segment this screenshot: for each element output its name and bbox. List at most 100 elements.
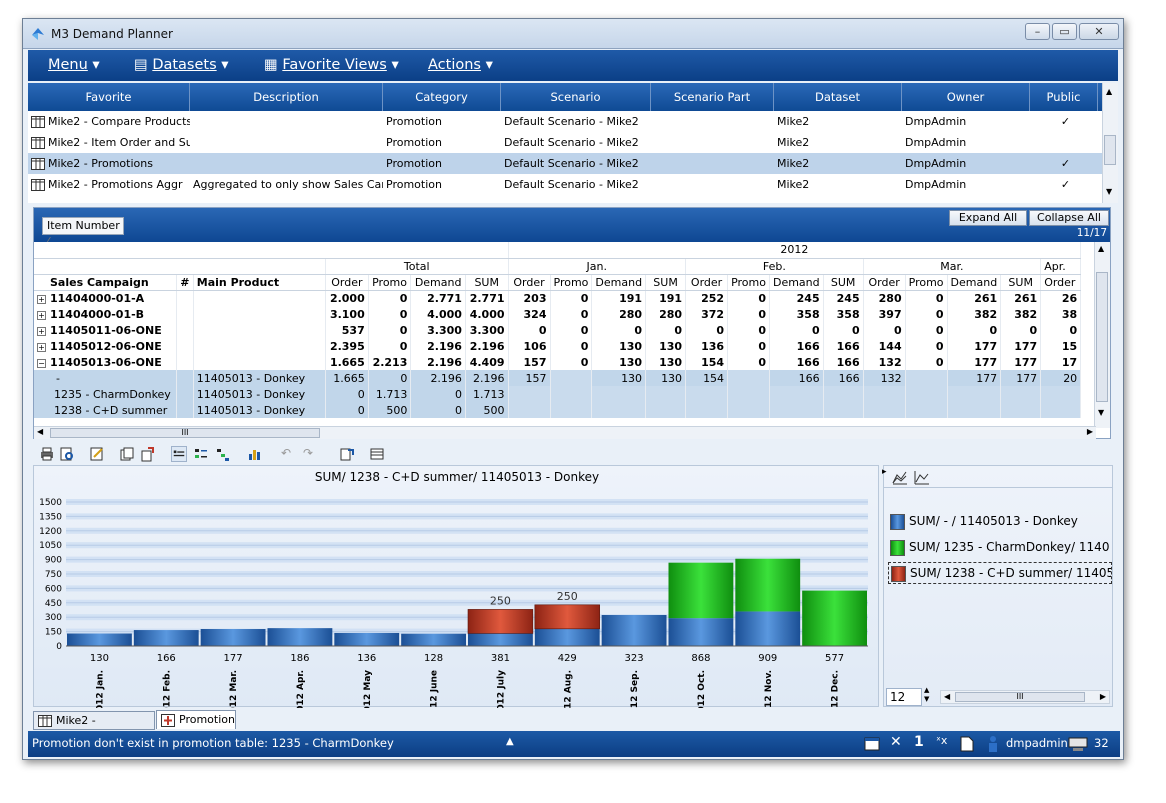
- favorite-row[interactable]: Mike2 - Promotions Aggr Aggregated to onl…: [28, 174, 1102, 195]
- value-cell[interactable]: 130: [591, 370, 647, 386]
- col-dataset[interactable]: Dataset: [774, 83, 902, 111]
- value-cell[interactable]: 0: [550, 306, 593, 322]
- scroll-up-icon[interactable]: ▲: [1098, 244, 1104, 253]
- value-cell[interactable]: 397: [862, 306, 906, 322]
- menu-actions[interactable]: Actions ▾: [428, 57, 493, 73]
- value-cell[interactable]: 0: [1040, 322, 1082, 338]
- value-cell[interactable]: 280: [591, 306, 647, 322]
- value-cell[interactable]: 0: [905, 322, 948, 338]
- value-cell[interactable]: 4.000: [410, 306, 466, 322]
- value-cell[interactable]: 358: [769, 306, 824, 322]
- value-cell[interactable]: 0: [368, 306, 412, 322]
- value-cell[interactable]: 157: [507, 370, 551, 386]
- hscroll-thumb[interactable]: III: [955, 692, 1085, 702]
- value-cell[interactable]: 252: [685, 290, 729, 306]
- value-cell[interactable]: 1.665: [325, 370, 369, 386]
- value-cell[interactable]: 177: [947, 354, 1002, 370]
- value-cell[interactable]: [727, 386, 770, 402]
- value-cell[interactable]: 0: [550, 354, 593, 370]
- value-cell[interactable]: 2.771: [410, 290, 466, 306]
- value-cell[interactable]: 0: [905, 338, 948, 354]
- value-cell[interactable]: 166: [769, 354, 824, 370]
- value-cell[interactable]: 177: [1000, 370, 1042, 386]
- value-cell[interactable]: [1000, 402, 1042, 418]
- value-cell[interactable]: 261: [947, 290, 1002, 306]
- expand-toggle-icon[interactable]: −: [37, 358, 46, 368]
- col-category[interactable]: Category: [383, 83, 501, 111]
- measure-header[interactable]: Promo: [905, 274, 948, 291]
- measure-header[interactable]: Promo: [550, 274, 593, 291]
- value-cell[interactable]: 372: [685, 306, 729, 322]
- computer-icon[interactable]: [1068, 736, 1088, 752]
- value-cell[interactable]: 177: [947, 370, 1002, 386]
- value-cell[interactable]: 2.196: [410, 338, 466, 354]
- value-cell[interactable]: 0: [727, 306, 770, 322]
- value-cell[interactable]: 0: [325, 402, 369, 418]
- value-cell[interactable]: 1.665: [325, 354, 369, 370]
- value-cell[interactable]: 177: [1000, 338, 1042, 354]
- value-cell[interactable]: 17: [1040, 354, 1082, 370]
- value-cell[interactable]: 0: [727, 338, 770, 354]
- value-cell[interactable]: [769, 386, 824, 402]
- row-header-2[interactable]: Main Product: [193, 274, 327, 291]
- value-cell[interactable]: 280: [862, 290, 906, 306]
- refresh-icon[interactable]: [339, 446, 355, 462]
- favorites-scrollbar[interactable]: ▲ ▼: [1102, 83, 1118, 203]
- value-cell[interactable]: [905, 402, 948, 418]
- value-cell[interactable]: 0: [368, 290, 412, 306]
- value-cell[interactable]: 130: [591, 354, 647, 370]
- grid-hscrollbar[interactable]: ◀ III ▶: [34, 426, 1096, 439]
- close-x-icon[interactable]: ✕: [890, 734, 902, 750]
- value-cell[interactable]: 166: [823, 338, 864, 354]
- value-cell[interactable]: [685, 386, 729, 402]
- measure-header[interactable]: Order: [507, 274, 551, 291]
- value-cell[interactable]: [823, 386, 864, 402]
- value-cell[interactable]: 2.196: [410, 354, 466, 370]
- item-number-chip[interactable]: Item Number ⁄: [42, 217, 124, 248]
- document-icon[interactable]: [960, 736, 974, 752]
- value-cell[interactable]: [769, 402, 824, 418]
- scroll-thumb[interactable]: [1096, 272, 1108, 402]
- value-cell[interactable]: 166: [823, 354, 864, 370]
- value-cell[interactable]: [591, 402, 647, 418]
- value-cell[interactable]: 280: [645, 306, 687, 322]
- legend-item-cd-summer[interactable]: SUM/ 1238 - C+D summer/ 1140501: [888, 562, 1112, 584]
- value-cell[interactable]: 154: [685, 370, 729, 386]
- value-cell[interactable]: 2.196: [465, 338, 509, 354]
- scroll-right-icon[interactable]: ▶: [1087, 427, 1093, 436]
- value-cell[interactable]: 166: [823, 370, 864, 386]
- scroll-down-icon[interactable]: ▼: [1106, 187, 1112, 196]
- menu-favorite-views[interactable]: ▦ Favorite Views ▾: [264, 57, 399, 73]
- scroll-up-icon[interactable]: ▲: [1106, 87, 1112, 96]
- value-cell[interactable]: 0: [727, 322, 770, 338]
- value-cell[interactable]: 0: [947, 322, 1002, 338]
- value-cell[interactable]: [1040, 386, 1082, 402]
- value-cell[interactable]: 20: [1040, 370, 1082, 386]
- measure-header[interactable]: SUM: [465, 274, 509, 291]
- measure-header[interactable]: Demand: [769, 274, 824, 291]
- value-cell[interactable]: 0: [727, 290, 770, 306]
- value-cell[interactable]: 4.409: [465, 354, 509, 370]
- minimize-button[interactable]: –: [1025, 23, 1050, 40]
- col-description[interactable]: Description: [190, 83, 383, 111]
- value-cell[interactable]: 2.196: [465, 370, 509, 386]
- pivot-row[interactable]: +11404000-01-A 2.000 0 2.771 2.771 203 0 191 191…: [34, 290, 1082, 306]
- value-cell[interactable]: 0: [368, 322, 412, 338]
- value-cell[interactable]: 191: [591, 290, 647, 306]
- group-view-icon[interactable]: [193, 446, 209, 462]
- clear-filter-icon[interactable]: ˣx: [936, 734, 947, 747]
- measure-header[interactable]: Order: [325, 274, 369, 291]
- value-cell[interactable]: [905, 370, 948, 386]
- value-cell[interactable]: 177: [947, 338, 1002, 354]
- value-cell[interactable]: [1040, 402, 1082, 418]
- pivot-row[interactable]: -11405013 - Donkey 1.665 0 2.196 2.196 157 130…: [34, 370, 1082, 386]
- line-chart-icon[interactable]: [914, 469, 930, 485]
- value-cell[interactable]: 261: [1000, 290, 1042, 306]
- value-cell[interactable]: 1.713: [368, 386, 412, 402]
- bar-chart-icon[interactable]: [247, 446, 263, 462]
- legend-page-spinner[interactable]: 12: [886, 688, 922, 706]
- col-owner[interactable]: Owner: [902, 83, 1030, 111]
- row-header-0[interactable]: Sales Campaign: [34, 274, 178, 291]
- value-cell[interactable]: 130: [645, 354, 687, 370]
- value-cell[interactable]: 245: [769, 290, 824, 306]
